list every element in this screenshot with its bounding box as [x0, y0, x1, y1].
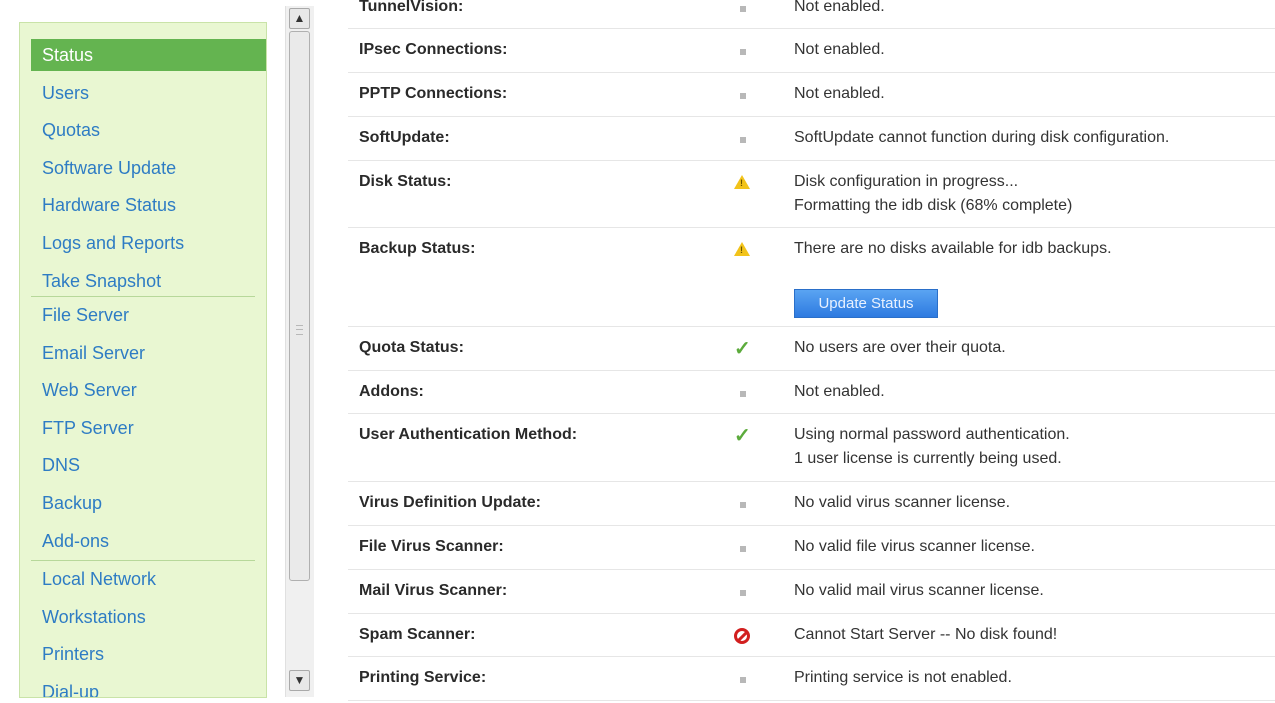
status-label: PPTP Connections:	[359, 85, 508, 102]
sidebar-item-hardware-status[interactable]: Hardware Status	[31, 189, 266, 221]
sidebar-item-status[interactable]: Status	[31, 39, 266, 71]
scroll-thumb[interactable]	[289, 31, 310, 581]
checkmark-icon: ✓	[734, 425, 751, 447]
status-row-printing-service: Printing Service: Printing service is not…	[348, 657, 1275, 701]
status-value-line: Not enabled.	[794, 0, 885, 15]
status-value: Not enabled.	[794, 0, 885, 19]
sidebar-item-quotas[interactable]: Quotas	[31, 114, 266, 146]
status-label: Mail Virus Scanner:	[359, 582, 508, 599]
status-value-line: 1 user license is currently being used.	[794, 450, 1062, 467]
nav-divider	[31, 296, 255, 297]
neutral-status-icon	[733, 670, 755, 692]
status-row-mail-virus-scanner: Mail Virus Scanner: No valid mail virus s…	[348, 570, 1275, 614]
status-value-line: Not enabled.	[794, 85, 885, 102]
status-value: No valid virus scanner license.	[794, 491, 1010, 515]
status-label: Printing Service:	[359, 669, 487, 686]
update-status-button[interactable]: Update Status	[794, 289, 938, 318]
status-row-addons: Addons: Not enabled.	[348, 371, 1275, 414]
sidebar-item-backup[interactable]: Backup	[31, 487, 266, 519]
status-row-spam-scanner: Spam Scanner: Cannot Start Server -- No d…	[348, 614, 1275, 657]
status-label: Addons:	[359, 383, 424, 400]
checkmark-icon: ✓	[734, 338, 751, 360]
sidebar-item-web-server[interactable]: Web Server	[31, 374, 266, 406]
status-label: IPsec Connections:	[359, 41, 508, 58]
status-row-pptp-connections: PPTP Connections: Not enabled.	[348, 73, 1275, 117]
status-label: Backup Status:	[359, 240, 476, 257]
status-label: SoftUpdate:	[359, 129, 450, 146]
status-value: Not enabled.	[794, 38, 885, 62]
sidebar-item-take-snapshot[interactable]: Take Snapshot	[31, 265, 266, 297]
status-label: User Authentication Method:	[359, 426, 578, 443]
sidebar-item-local-network[interactable]: Local Network	[31, 563, 266, 595]
sidebar-item-file-server[interactable]: File Server	[31, 299, 266, 331]
nav-divider	[31, 560, 255, 561]
scroll-up-arrow-icon[interactable]: ▲	[289, 8, 310, 29]
status-row-user-authentication-method: User Authentication Method: ✓ Using normal…	[348, 414, 1275, 482]
error-prohibited-icon	[733, 627, 755, 649]
neutral-status-icon	[733, 384, 755, 406]
status-value-line: Printing service is not enabled.	[794, 669, 1012, 686]
status-label: Virus Definition Update:	[359, 494, 541, 511]
status-value: No valid file virus scanner license.	[794, 535, 1035, 559]
status-value-line: Cannot Start Server -- No disk found!	[794, 626, 1058, 643]
scroll-down-arrow-icon[interactable]: ▼	[289, 670, 310, 691]
sidebar-item-printers[interactable]: Printers	[31, 638, 266, 670]
status-label: Quota Status:	[359, 339, 464, 356]
status-value: Printing service is not enabled.	[794, 666, 1012, 690]
status-value: There are no disks available for idb bac…	[794, 237, 1112, 261]
status-row-quota-status: Quota Status: ✓ No users are over their qu…	[348, 327, 1275, 371]
warning-icon	[733, 241, 755, 263]
status-row-backup-status: Backup Status: There are no disks availab…	[348, 228, 1275, 327]
sidebar-item-workstations[interactable]: Workstations	[31, 601, 266, 633]
status-value: Not enabled.	[794, 82, 885, 106]
status-value-line: Disk configuration in progress...	[794, 173, 1019, 190]
status-row-tunnelvision: TunnelVision: Not enabled.	[348, 0, 1275, 29]
sidebar-item-add-ons[interactable]: Add-ons	[31, 525, 266, 557]
status-row-ipsec-connections: IPsec Connections: Not enabled.	[348, 29, 1275, 73]
status-value-line: There are no disks available for idb bac…	[794, 240, 1112, 257]
neutral-status-icon	[733, 0, 755, 21]
status-label: Spam Scanner:	[359, 626, 476, 643]
neutral-status-icon	[733, 86, 755, 108]
status-label: Disk Status:	[359, 173, 452, 190]
sidebar-item-email-server[interactable]: Email Server	[31, 337, 266, 369]
sidebar-item-logs-and-reports[interactable]: Logs and Reports	[31, 227, 266, 259]
status-row-disk-status: Disk Status: Disk configuration in progre…	[348, 161, 1275, 228]
status-value: No users are over their quota.	[794, 336, 1006, 360]
sidebar-item-ftp-server[interactable]: FTP Server	[31, 412, 266, 444]
sidebar-item-dns[interactable]: DNS	[31, 449, 266, 481]
status-value-line: Using normal password authentication.	[794, 426, 1070, 443]
status-value-line: Not enabled.	[794, 383, 885, 400]
status-value-line: No valid mail virus scanner license.	[794, 582, 1044, 599]
status-value: Cannot Start Server -- No disk found!	[794, 623, 1057, 647]
sidebar-item-dial-up[interactable]: Dial-up	[31, 676, 266, 697]
status-value: Disk configuration in progress... Formatt…	[794, 170, 1072, 218]
neutral-status-icon	[733, 495, 755, 517]
status-value: Not enabled.	[794, 380, 885, 404]
status-value-line: Formatting the idb disk (68% complete)	[794, 197, 1073, 214]
status-value-line: SoftUpdate cannot function during disk c…	[794, 129, 1170, 146]
status-row-softupdate: SoftUpdate: SoftUpdate cannot function du…	[348, 117, 1275, 161]
status-value: SoftUpdate cannot function during disk c…	[794, 126, 1169, 150]
status-value-line: Not enabled.	[794, 41, 885, 58]
status-value-line: No valid file virus scanner license.	[794, 538, 1035, 555]
neutral-status-icon	[733, 539, 755, 561]
sidebar-item-users[interactable]: Users	[31, 77, 266, 109]
status-row-virus-definition-update: Virus Definition Update: No valid virus s…	[348, 482, 1275, 526]
status-value-line: No valid virus scanner license.	[794, 494, 1011, 511]
neutral-status-icon	[733, 130, 755, 152]
sidebar-item-software-update[interactable]: Software Update	[31, 152, 266, 184]
status-label: File Virus Scanner:	[359, 538, 504, 555]
status-label: TunnelVision:	[359, 0, 464, 15]
status-value-line: No users are over their quota.	[794, 339, 1006, 356]
warning-icon	[733, 174, 755, 196]
status-value: Using normal password authentication. 1 u…	[794, 423, 1070, 471]
sidebar-nav: Status Users Quotas Software Update Hardware…	[19, 22, 267, 698]
status-value: No valid mail virus scanner license.	[794, 579, 1044, 603]
grip-icon	[296, 325, 303, 335]
neutral-status-icon	[733, 583, 755, 605]
vertical-scrollbar[interactable]: ▲ ▼	[285, 6, 314, 697]
neutral-status-icon	[733, 42, 755, 64]
status-row-file-virus-scanner: File Virus Scanner: No valid file virus s…	[348, 526, 1275, 570]
